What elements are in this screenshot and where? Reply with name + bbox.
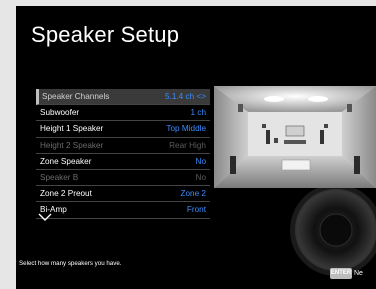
hint-text: Select how many speakers you have. <box>19 260 122 267</box>
next-label: Ne <box>354 270 363 277</box>
menu-value: Zone 2 <box>180 189 207 199</box>
menu-label: Zone 2 Preout <box>40 189 92 199</box>
woofer-graphic <box>290 184 376 276</box>
menu-label: Height 2 Speaker <box>40 140 104 150</box>
menu-row-zone-speaker[interactable]: Zone Speaker No <box>36 154 210 170</box>
osd-screen: Speaker Setup Speaker Channels 5.1.4 ch … <box>16 6 376 289</box>
menu-label: Zone Speaker <box>40 156 92 166</box>
menu-row-speaker-b: Speaker B No <box>36 170 210 187</box>
menu-row-height-1-speaker[interactable]: Height 1 Speaker Top Middle <box>36 121 210 138</box>
menu-label: Speaker Channels <box>42 92 110 101</box>
enter-button[interactable]: ENTER <box>330 268 352 279</box>
settings-menu: Speaker Channels 5.1.4 ch <> Subwoofer 1… <box>36 89 210 219</box>
menu-value: No <box>195 172 206 182</box>
menu-value: Rear High <box>169 140 206 150</box>
menu-value: No <box>195 156 206 166</box>
chevron-down-icon[interactable] <box>38 212 52 222</box>
page-title: Speaker Setup <box>31 22 180 47</box>
menu-row-bi-amp[interactable]: Bi-Amp Front <box>36 202 210 219</box>
menu-value: Top Middle <box>166 124 206 134</box>
menu-row-speaker-channels[interactable]: Speaker Channels 5.1.4 ch <> <box>36 89 210 106</box>
menu-label: Height 1 Speaker <box>40 124 104 134</box>
menu-label: Subwoofer <box>40 108 80 118</box>
menu-row-subwoofer[interactable]: Subwoofer 1 ch <box>36 105 210 122</box>
menu-label: Speaker B <box>40 172 79 182</box>
menu-value: 1 ch <box>190 108 206 118</box>
speaker-room-illustration <box>214 86 376 188</box>
menu-row-zone-2-preout[interactable]: Zone 2 Preout Zone 2 <box>36 186 210 203</box>
menu-row-height-2-speaker: Height 2 Speaker Rear High <box>36 138 210 154</box>
menu-value: 5.1.4 ch <> <box>165 92 206 101</box>
menu-value: Front <box>186 205 206 215</box>
